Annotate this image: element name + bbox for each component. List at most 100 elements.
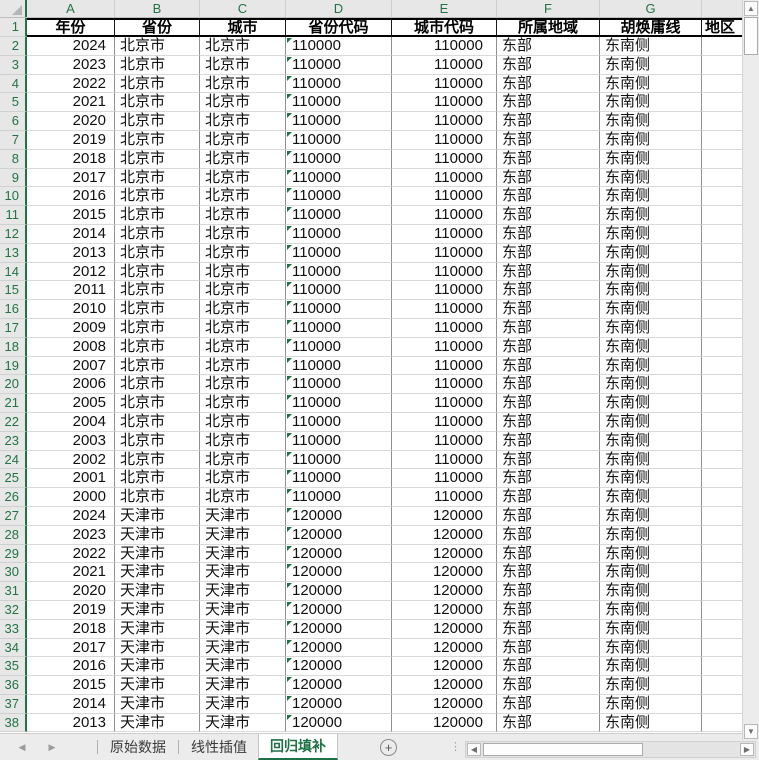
cell-hu-line[interactable]: 东南侧 xyxy=(600,394,702,413)
cell-city-code[interactable]: 110000 xyxy=(392,149,497,169)
cell-city-code[interactable]: 110000 xyxy=(392,394,497,413)
cell-region[interactable]: 东部 xyxy=(497,93,600,113)
cell-year[interactable]: 2024 xyxy=(27,506,115,526)
row-number[interactable]: 16 xyxy=(0,300,27,319)
cell-year[interactable]: 2014 xyxy=(27,694,115,714)
cell-year[interactable]: 2005 xyxy=(27,394,115,413)
cell-province[interactable]: 北京市 xyxy=(115,469,200,489)
row-number[interactable]: 22 xyxy=(0,412,27,432)
cell-city-code[interactable]: 110000 xyxy=(392,488,497,507)
cell-province[interactable]: 北京市 xyxy=(115,394,200,413)
cell-hu-line[interactable]: 东南侧 xyxy=(600,318,702,338)
row-number[interactable]: 6 xyxy=(0,112,27,131)
row-number[interactable]: 9 xyxy=(0,168,27,188)
cell-year[interactable]: 2008 xyxy=(27,337,115,357)
cell-city-code[interactable]: 110000 xyxy=(392,187,497,207)
cell-year[interactable]: 2013 xyxy=(27,713,115,733)
prev-sheet-icon[interactable]: ◀ xyxy=(14,742,30,753)
cell-year[interactable]: 2007 xyxy=(27,356,115,376)
cell-province[interactable]: 天津市 xyxy=(115,525,200,545)
row-number[interactable]: 8 xyxy=(0,149,27,169)
cell-province-code[interactable]: 120000 xyxy=(286,676,392,695)
cell-province[interactable]: 天津市 xyxy=(115,694,200,714)
cell-city-code[interactable]: 120000 xyxy=(392,525,497,545)
cell-province-code[interactable]: 110000 xyxy=(286,431,392,451)
cell-city-code[interactable]: 120000 xyxy=(392,600,497,620)
cell-city-code[interactable]: 120000 xyxy=(392,544,497,564)
cell-province-code[interactable]: 110000 xyxy=(286,74,392,94)
cell-city[interactable]: 天津市 xyxy=(200,582,286,601)
cell-province-code[interactable]: 120000 xyxy=(286,600,392,620)
row-number[interactable]: 30 xyxy=(0,563,27,583)
row-number[interactable]: 5 xyxy=(0,93,27,113)
cell-year[interactable]: 2015 xyxy=(27,676,115,695)
cell-province[interactable]: 天津市 xyxy=(115,563,200,583)
scroll-left-icon[interactable]: ◀ xyxy=(467,743,481,756)
cell-province-code[interactable]: 110000 xyxy=(286,318,392,338)
row-number[interactable]: 26 xyxy=(0,488,27,507)
cell-hu-line[interactable]: 东南侧 xyxy=(600,262,702,282)
row-number[interactable]: 11 xyxy=(0,206,27,225)
cell-city-code[interactable]: 110000 xyxy=(392,93,497,113)
cell-hu-line[interactable]: 东南侧 xyxy=(600,563,702,583)
cell-city[interactable]: 北京市 xyxy=(200,37,286,56)
row-number[interactable]: 4 xyxy=(0,74,27,94)
cell-province[interactable]: 北京市 xyxy=(115,281,200,301)
cell-region[interactable]: 东部 xyxy=(497,74,600,94)
cell-city[interactable]: 北京市 xyxy=(200,224,286,244)
cell-province-code[interactable]: 110000 xyxy=(286,55,392,75)
cell-hu-line[interactable]: 东南侧 xyxy=(600,356,702,376)
tab-regression-fill-active[interactable]: 回归填补 xyxy=(258,734,338,760)
cell-city[interactable]: 北京市 xyxy=(200,394,286,413)
cell-city[interactable]: 北京市 xyxy=(200,149,286,169)
cell-city-code[interactable]: 120000 xyxy=(392,619,497,639)
cell-region[interactable]: 东部 xyxy=(497,488,600,507)
cell-province[interactable]: 天津市 xyxy=(115,544,200,564)
scroll-up-icon[interactable]: ▲ xyxy=(744,1,758,16)
cell-hu-line[interactable]: 东南侧 xyxy=(600,168,702,188)
cell-region[interactable]: 东部 xyxy=(497,149,600,169)
header-cell-region[interactable]: 所属地域 xyxy=(497,18,600,37)
cell-province-code[interactable]: 120000 xyxy=(286,657,392,677)
cell-year[interactable]: 2018 xyxy=(27,619,115,639)
cell-city[interactable]: 北京市 xyxy=(200,206,286,225)
row-number[interactable]: 23 xyxy=(0,431,27,451)
cell-hu-line[interactable]: 东南侧 xyxy=(600,488,702,507)
cell-hu-line[interactable]: 东南侧 xyxy=(600,149,702,169)
cell-city[interactable]: 天津市 xyxy=(200,544,286,564)
column-header-G[interactable]: G xyxy=(600,0,702,17)
cell-province-code[interactable]: 110000 xyxy=(286,112,392,131)
row-number[interactable]: 28 xyxy=(0,525,27,545)
row-number[interactable]: 33 xyxy=(0,619,27,639)
cell-city-code[interactable]: 120000 xyxy=(392,676,497,695)
cell-province[interactable]: 北京市 xyxy=(115,262,200,282)
cell-province-code[interactable]: 120000 xyxy=(286,638,392,658)
cell-province-code[interactable]: 120000 xyxy=(286,544,392,564)
scroll-down-icon[interactable]: ▼ xyxy=(744,724,758,739)
cell-year[interactable]: 2019 xyxy=(27,130,115,150)
row-number[interactable]: 14 xyxy=(0,262,27,282)
cell-city[interactable]: 北京市 xyxy=(200,130,286,150)
cell-year[interactable]: 2020 xyxy=(27,112,115,131)
row-number[interactable]: 18 xyxy=(0,337,27,357)
header-cell-city[interactable]: 城市 xyxy=(200,18,286,37)
cell-region[interactable]: 东部 xyxy=(497,337,600,357)
cell-year[interactable]: 2021 xyxy=(27,93,115,113)
header-cell-year[interactable]: 年份 xyxy=(27,18,115,37)
tab-original-data[interactable]: 原始数据 xyxy=(99,734,177,760)
cell-city-code[interactable]: 110000 xyxy=(392,469,497,489)
header-cell-province-code[interactable]: 省份代码 xyxy=(286,18,392,37)
cell-province-code[interactable]: 110000 xyxy=(286,262,392,282)
cell-province[interactable]: 北京市 xyxy=(115,93,200,113)
cell-year[interactable]: 2022 xyxy=(27,544,115,564)
cell-city[interactable]: 天津市 xyxy=(200,638,286,658)
cell-province[interactable]: 北京市 xyxy=(115,55,200,75)
cell-province-code[interactable]: 110000 xyxy=(286,488,392,507)
cell-city-code[interactable]: 110000 xyxy=(392,55,497,75)
cell-region[interactable]: 东部 xyxy=(497,37,600,56)
cell-hu-line[interactable]: 东南侧 xyxy=(600,431,702,451)
cell-region[interactable]: 东部 xyxy=(497,638,600,658)
row-number[interactable]: 36 xyxy=(0,676,27,695)
cell-region[interactable]: 东部 xyxy=(497,187,600,207)
vertical-scrollbar[interactable]: ▲ ▼ xyxy=(742,0,759,740)
